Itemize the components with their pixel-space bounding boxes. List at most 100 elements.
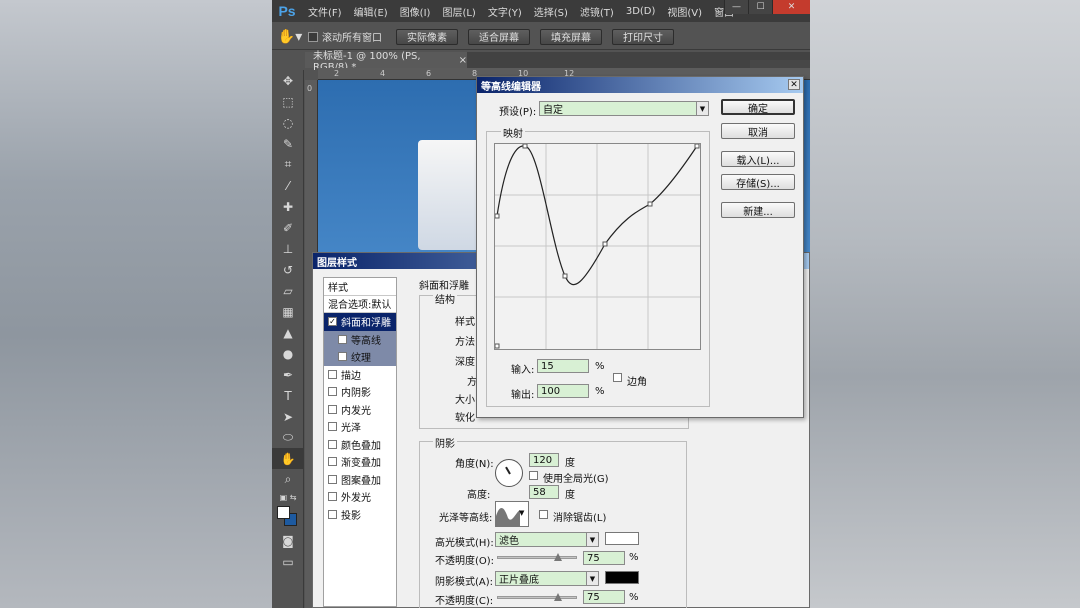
checkbox-icon[interactable] [328,474,337,484]
checkbox-icon[interactable] [328,369,337,379]
stamp-icon[interactable]: ⊥ [272,238,304,259]
menu-image[interactable]: 图像(I) [394,4,437,19]
style-item-label: 颜色叠加 [341,440,381,452]
menu-file[interactable]: 文件(F) [302,4,348,19]
screen-mode-icon[interactable]: ▭ [272,551,304,572]
fit-screen-button[interactable]: 适合屏幕 [468,28,530,45]
style-item-color-overlay[interactable]: 颜色叠加 [324,436,396,454]
shadow-opacity-slider[interactable] [497,593,577,601]
healing-icon[interactable]: ✚ [272,196,304,217]
ok-button[interactable]: 确定 [721,99,795,115]
dodge-icon[interactable]: ● [272,343,304,364]
history-brush-icon[interactable]: ↺ [272,259,304,280]
quick-mask-icon[interactable]: ◙ [272,530,304,551]
new-button[interactable]: 新建... [721,202,795,218]
move-icon[interactable]: ✥ [272,70,304,91]
highlight-opacity-input[interactable]: 75 [583,551,625,565]
shadow-color-swatch[interactable] [605,571,639,584]
checkbox-icon[interactable] [328,509,337,519]
pen-icon[interactable]: ✒ [272,364,304,385]
fill-screen-button[interactable]: 填充屏幕 [540,28,602,45]
minimize-button[interactable]: — [724,0,748,14]
contour-output-field[interactable]: 100 [537,384,589,398]
style-item-inner-glow[interactable]: 内发光 [324,401,396,419]
eraser-icon[interactable]: ▱ [272,280,304,301]
checkbox-checked-icon[interactable]: ✓ [328,317,337,327]
type-icon[interactable]: T [272,385,304,406]
document-tab[interactable]: 未标题-1 @ 100% (PS, RGB/8) * × [305,51,467,73]
checkbox-icon[interactable] [328,439,337,449]
highlight-opacity-slider[interactable] [497,553,577,561]
corner-checkbox[interactable] [613,373,622,382]
styles-header[interactable]: 样式 [324,278,396,296]
checkbox-icon[interactable] [328,422,337,432]
global-light-checkbox[interactable] [529,471,538,480]
preset-select[interactable]: 自定 ▼ [539,101,709,116]
close-icon[interactable]: ✕ [788,79,800,90]
menu-edit[interactable]: 编辑(E) [348,4,394,19]
shadow-opacity-input[interactable]: 75 [583,590,625,604]
contour-graph[interactable] [494,143,701,350]
menu-view[interactable]: 视图(V) [661,4,708,19]
menu-type[interactable]: 文字(Y) [482,4,528,19]
actual-pixels-button[interactable]: 实际像素 [396,28,458,45]
style-item-drop-shadow[interactable]: 投影 [324,506,396,524]
checkbox-icon[interactable] [328,457,337,467]
angle-dial[interactable] [495,459,523,487]
brush-icon[interactable]: ✐ [272,217,304,238]
eyedropper-icon[interactable]: ⁄ [272,175,304,196]
style-item-satin[interactable]: 光泽 [324,418,396,436]
checkbox-icon[interactable] [338,334,347,344]
zoom-icon[interactable]: ⌕ [272,469,304,490]
contour-input-field[interactable]: 15 [537,359,589,373]
close-window-button[interactable]: ✕ [772,0,810,14]
save-button[interactable]: 存储(S)... [721,174,795,190]
style-item-outer-glow[interactable]: 外发光 [324,488,396,506]
hand-tool-preset-icon[interactable]: ✋▾ [272,24,308,50]
highlight-color-swatch[interactable] [605,532,639,545]
slider-thumb[interactable] [554,593,562,601]
checkbox-icon[interactable] [338,352,347,362]
menu-3d[interactable]: 3D(D) [620,6,662,17]
crop-icon[interactable]: ⌗ [272,154,304,175]
blur-icon[interactable]: ▲ [272,322,304,343]
path-select-icon[interactable]: ➤ [272,406,304,427]
gradient-icon[interactable]: ▦ [272,301,304,322]
marquee-icon[interactable]: ⬚ [272,91,304,112]
checkbox-icon[interactable] [328,387,337,397]
maximize-button[interactable]: ☐ [748,0,772,14]
style-item-pattern-overlay[interactable]: 图案叠加 [324,471,396,489]
blend-options-item[interactable]: 混合选项:默认 [324,296,396,313]
style-item-contour[interactable]: 等高线 [324,330,396,348]
load-button[interactable]: 载入(L)... [721,151,795,167]
style-item-label: 投影 [341,510,361,522]
close-tab-icon[interactable]: × [459,55,467,66]
style-item-bevel-emboss[interactable]: ✓ 斜面和浮雕 [324,313,396,331]
slider-thumb[interactable] [554,553,562,561]
checkbox-icon[interactable] [328,404,337,414]
print-size-button[interactable]: 打印尺寸 [612,28,674,45]
quick-select-icon[interactable]: ✎ [272,133,304,154]
menu-layer[interactable]: 图层(L) [436,4,481,19]
shadow-mode-select[interactable]: 正片叠底 ▼ [495,571,599,586]
gloss-contour-dropdown-icon[interactable]: ▼ [519,509,524,517]
menu-filter[interactable]: 滤镜(T) [574,4,620,19]
scroll-all-windows-checkbox[interactable] [308,31,318,42]
style-item-stroke[interactable]: 描边 [324,366,396,384]
default-colors-icon[interactable]: ▣ ⇆ [272,490,304,504]
foreground-color-swatch[interactable] [277,506,290,519]
highlight-mode-select[interactable]: 滤色 ▼ [495,532,599,547]
angle-input[interactable]: 120 [529,453,559,467]
cancel-button[interactable]: 取消 [721,123,795,139]
anti-alias-checkbox[interactable] [539,510,548,519]
style-item-gradient-overlay[interactable]: 渐变叠加 [324,453,396,471]
hand-icon[interactable]: ✋ [272,448,304,469]
color-swatches[interactable] [272,504,304,530]
lasso-icon[interactable]: ◌ [272,112,304,133]
style-item-texture[interactable]: 纹理 [324,348,396,366]
shape-icon[interactable]: ⬭ [272,427,304,448]
style-item-inner-shadow[interactable]: 内阴影 [324,383,396,401]
menu-select[interactable]: 选择(S) [528,4,574,19]
altitude-input[interactable]: 58 [529,485,559,499]
checkbox-icon[interactable] [328,492,337,502]
